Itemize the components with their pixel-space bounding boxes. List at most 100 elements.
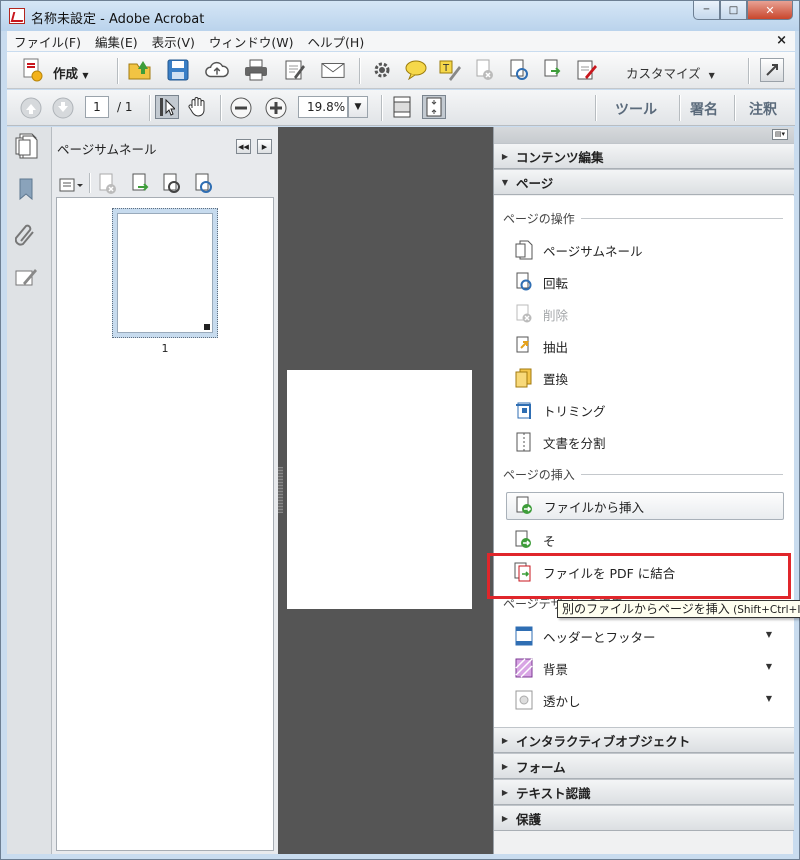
task-crop[interactable]: トリミング: [514, 398, 784, 422]
task-label: ヘッダーとフッター: [543, 629, 656, 645]
section-interactive-objects[interactable]: ▶ インタラクティブオブジェクト: [494, 727, 794, 753]
print-icon[interactable]: [244, 58, 268, 82]
close-document-button[interactable]: ×: [776, 33, 787, 48]
menu-file[interactable]: ファイル(F): [7, 32, 88, 51]
task-background[interactable]: 背景 ▼: [514, 656, 784, 680]
chevron-down-icon[interactable]: ▼: [766, 662, 772, 671]
edit-document-icon[interactable]: [283, 58, 307, 82]
task-insert-from-file[interactable]: ファイルから挿入: [506, 492, 784, 520]
cloud-upload-icon[interactable]: [205, 58, 229, 82]
fit-width-icon[interactable]: [390, 95, 414, 119]
document-page[interactable]: [287, 370, 472, 609]
section-protection[interactable]: ▶ 保護: [494, 805, 794, 831]
section-text-recognition[interactable]: ▶ テキスト認識: [494, 779, 794, 805]
section-content-editing[interactable]: ▶ コンテンツ編集: [494, 143, 794, 169]
chevron-down-icon[interactable]: ▼: [766, 630, 772, 639]
highlight-annotation-box: [487, 553, 791, 599]
task-pane: ▤▾ ▶ コンテンツ編集 ▼ ページ ページの操作 ページサムネール 回転 削除…: [487, 127, 800, 854]
task-label: 削除: [543, 307, 569, 323]
menu-edit[interactable]: 編集(E): [88, 32, 145, 51]
extract-page-icon[interactable]: [541, 58, 565, 82]
task-header-footer[interactable]: ヘッダーとフッター ▼: [514, 624, 784, 648]
rotate-clockwise-icon[interactable]: [192, 172, 216, 196]
section-label: テキスト認識: [516, 785, 591, 801]
minimize-button[interactable]: ─: [693, 1, 720, 20]
sign-link[interactable]: 署名: [690, 99, 718, 119]
zoom-out-icon[interactable]: [229, 96, 253, 120]
task-extract[interactable]: 抽出: [514, 334, 784, 358]
delete-page-icon[interactable]: [473, 58, 497, 82]
customize-button[interactable]: カスタマイズ ▼: [626, 63, 715, 82]
split-document-icon: [514, 432, 534, 452]
page-number-input[interactable]: 1: [85, 96, 109, 118]
section-pages[interactable]: ▼ ページ: [494, 169, 794, 195]
zoom-input[interactable]: 19.8%: [298, 96, 348, 118]
email-icon[interactable]: [321, 58, 345, 82]
section-label: フォーム: [516, 759, 566, 775]
insert-page-icon[interactable]: [129, 172, 153, 196]
comment-icon[interactable]: [404, 58, 428, 82]
maximize-button[interactable]: □: [720, 1, 747, 20]
select-tool-icon[interactable]: [155, 95, 179, 119]
create-pdf-icon[interactable]: [21, 58, 45, 82]
task-page-thumbnails[interactable]: ページサムネール: [514, 238, 784, 262]
task-rotate[interactable]: 回転: [514, 270, 784, 294]
replace-page-icon: [514, 368, 534, 388]
expand-panel-button[interactable]: ▶: [257, 139, 272, 154]
sign-document-icon[interactable]: [575, 58, 599, 82]
task-delete[interactable]: 削除: [514, 302, 784, 326]
section-label: コンテンツ編集: [516, 149, 604, 165]
chevron-down-icon: ▼: [708, 71, 715, 80]
task-insert-other[interactable]: そ: [514, 528, 784, 552]
create-button[interactable]: 作成 ▼: [53, 63, 89, 82]
chevron-right-icon: ▶: [261, 142, 268, 151]
bookmark-icon[interactable]: [15, 177, 39, 203]
hand-tool-icon[interactable]: [186, 95, 210, 119]
previous-page-icon[interactable]: [19, 96, 43, 120]
task-replace[interactable]: 置換: [514, 366, 784, 390]
comment-link[interactable]: 注釈: [749, 99, 777, 119]
tools-link[interactable]: ツール: [615, 99, 657, 119]
insert-from-file-tooltip: 別のファイルからページを挿入 (Shift+Ctrl+I): [557, 600, 800, 618]
thumbnail-page-number: 1: [161, 342, 169, 355]
collapse-panel-button[interactable]: ◀◀: [236, 139, 251, 154]
page-thumbnail[interactable]: [112, 208, 218, 338]
delete-page-icon[interactable]: [96, 172, 120, 196]
pane-options-icon[interactable]: ▤▾: [772, 129, 788, 140]
panel-splitter-handle[interactable]: [278, 467, 283, 513]
fit-page-icon[interactable]: [422, 95, 446, 119]
next-page-icon[interactable]: [51, 96, 75, 120]
zoom-dropdown-button[interactable]: ▼: [348, 96, 368, 118]
menu-bar: ファイル(F) 編集(E) 表示(V) ウィンドウ(W) ヘルプ(H) ×: [7, 31, 795, 51]
document-view[interactable]: [278, 127, 493, 854]
save-icon[interactable]: [166, 58, 190, 82]
open-folder-icon[interactable]: [128, 58, 152, 82]
page-thumbnails-panel: ページサムネール ◀◀ ▶ 1: [18, 127, 278, 854]
insert-other-icon: [514, 530, 534, 550]
menu-window[interactable]: ウィンドウ(W): [202, 32, 301, 51]
gear-icon[interactable]: [370, 58, 394, 82]
rotate-counterclockwise-icon[interactable]: [160, 172, 184, 196]
title-bar: 名称未設定 - Adobe Acrobat ─ □ ✕: [1, 1, 799, 31]
thumbnail-page-image: [117, 213, 213, 333]
task-label: 透かし: [543, 693, 581, 709]
expand-icon[interactable]: [760, 58, 784, 82]
svg-text:T: T: [442, 63, 450, 74]
zoom-in-icon[interactable]: [264, 96, 288, 120]
menu-help[interactable]: ヘルプ(H): [301, 32, 372, 51]
close-window-button[interactable]: ✕: [747, 1, 793, 20]
rotate-page-icon[interactable]: [507, 58, 531, 82]
signature-panel-icon[interactable]: [15, 265, 39, 291]
options-menu-icon[interactable]: [58, 173, 84, 197]
header-footer-icon: [514, 626, 534, 646]
group-header-insert: ページの挿入: [503, 466, 783, 483]
highlight-text-icon[interactable]: T: [438, 58, 462, 82]
section-forms[interactable]: ▶ フォーム: [494, 753, 794, 779]
page-thumbnails-icon: [514, 240, 534, 260]
attachment-icon[interactable]: [14, 221, 39, 247]
chevron-down-icon[interactable]: ▼: [766, 694, 772, 703]
menu-view[interactable]: 表示(V): [145, 32, 202, 51]
task-watermark[interactable]: 透かし ▼: [514, 688, 784, 712]
task-split-document[interactable]: 文書を分割: [514, 430, 784, 454]
chevron-down-icon: ▼: [82, 71, 89, 80]
